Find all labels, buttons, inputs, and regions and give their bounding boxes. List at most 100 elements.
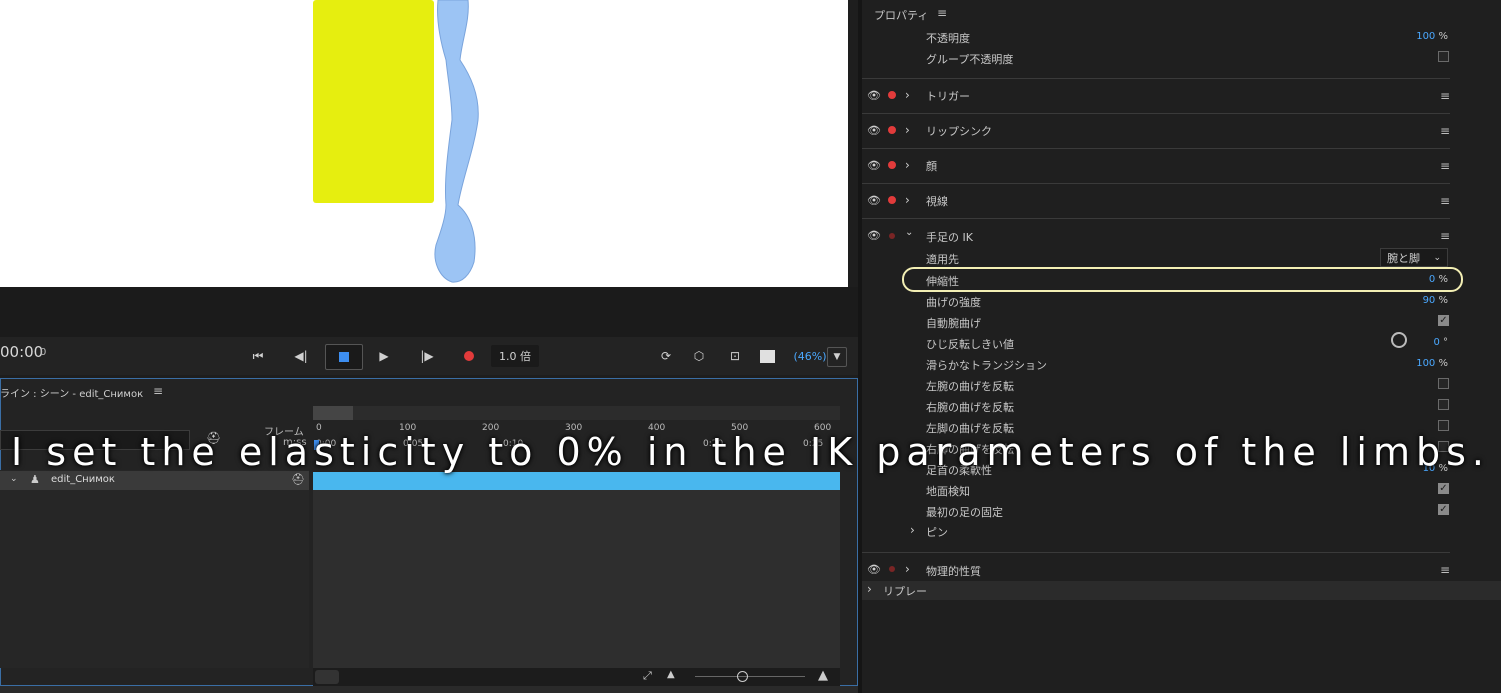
properties-menu-icon[interactable]: ≡ xyxy=(937,6,947,20)
cast-icon: ⊡ xyxy=(729,349,741,363)
go-to-start-button[interactable]: ⏮ xyxy=(250,345,266,367)
record-dot-icon[interactable] xyxy=(888,91,896,99)
timeline-scroll-ruler[interactable] xyxy=(313,406,840,420)
chevron-right-icon[interactable]: › xyxy=(905,88,910,102)
yellow-body-shape xyxy=(313,0,434,203)
chevron-right-icon[interactable]: › xyxy=(905,123,910,137)
apply-to-value: 腕と脚 xyxy=(1387,251,1420,265)
record-dot-icon[interactable] xyxy=(889,233,895,239)
chevron-down-icon[interactable]: ⌄ xyxy=(905,227,913,238)
next-frame-button[interactable]: |▶ xyxy=(418,345,436,367)
bend-strength-value[interactable]: 90 % xyxy=(1400,295,1448,306)
section-menu-icon[interactable]: ≡ xyxy=(1440,229,1450,243)
section-trigger[interactable]: トリガー xyxy=(926,88,970,104)
eye-icon[interactable]: 👁 xyxy=(867,89,881,102)
zoom-out-mountain-icon[interactable]: ▲ xyxy=(667,669,675,680)
eye-icon[interactable]: 👁 xyxy=(867,194,881,207)
mesh-icon: ⬡ xyxy=(693,349,705,363)
flip-left-arm-checkbox[interactable] xyxy=(1438,378,1449,389)
section-menu-icon[interactable]: ≡ xyxy=(1440,194,1450,208)
background-color-button[interactable] xyxy=(759,345,775,367)
opacity-value[interactable]: 100 % xyxy=(1400,31,1448,42)
group-opacity-label: グループ不透明度 xyxy=(926,53,1014,66)
chevron-down-icon: ⌄ xyxy=(1433,252,1441,263)
properties-title: プロパティ xyxy=(874,9,929,22)
scene-stage[interactable] xyxy=(0,0,848,287)
timecode: 00:00 xyxy=(0,343,44,361)
chevron-down-icon: ▼ xyxy=(833,352,841,362)
chevron-right-icon[interactable]: › xyxy=(905,158,910,172)
playback-speed-button[interactable]: 1.0 倍 xyxy=(491,345,539,367)
section-menu-icon[interactable]: ≡ xyxy=(1440,89,1450,103)
video-subtitle: I set the elasticity to 0% in the IK par… xyxy=(10,430,1490,474)
stage-bottom-area xyxy=(0,287,860,337)
zoom-in-mountain-icon[interactable]: ▲ xyxy=(818,668,828,683)
timeline-hscroll-thumb[interactable] xyxy=(315,670,339,684)
eye-icon[interactable]: 👁 xyxy=(867,124,881,137)
flip-right-arm-checkbox[interactable] xyxy=(1438,399,1449,410)
section-physics[interactable]: 物理的性質 xyxy=(926,563,981,579)
section-menu-icon[interactable]: ≡ xyxy=(1440,563,1450,577)
ground-detect-checkbox[interactable]: ✓ xyxy=(1438,483,1449,494)
angle-dial-icon[interactable] xyxy=(1391,332,1407,348)
character-figure xyxy=(313,0,479,283)
eye-icon[interactable]: 👁 xyxy=(867,563,881,576)
replay-label: リプレー xyxy=(883,585,927,598)
pin-label[interactable]: ピン xyxy=(926,524,948,540)
auto-bend-checkbox[interactable]: ✓ xyxy=(1438,315,1449,326)
timeline-zoom-handle[interactable] xyxy=(737,671,748,682)
divider xyxy=(862,183,1450,184)
layer-track-bar[interactable] xyxy=(313,472,840,490)
divider xyxy=(862,552,1450,553)
record-icon xyxy=(464,351,474,361)
smooth-transition-value[interactable]: 100 % xyxy=(1400,358,1448,369)
elasticity-highlight xyxy=(902,267,1463,292)
section-lipsync[interactable]: リップシンク xyxy=(926,123,992,139)
group-opacity-checkbox[interactable] xyxy=(1438,51,1449,62)
record-dot-icon[interactable] xyxy=(889,566,895,572)
expand-icon[interactable]: ⤢ xyxy=(643,669,652,683)
mesh-button[interactable]: ⬡ xyxy=(690,345,708,367)
zoom-dropdown-button[interactable]: ▼ xyxy=(827,347,847,367)
timeline-zoom-slider[interactable] xyxy=(695,676,805,677)
timeline-layer-list xyxy=(0,470,309,668)
record-dot-icon[interactable] xyxy=(888,126,896,134)
timeline-menu-icon[interactable]: ≡ xyxy=(153,384,163,398)
blue-arm-shape xyxy=(434,0,479,283)
chevron-right-icon[interactable]: › xyxy=(905,193,910,207)
auto-bend-label: 自動腕曲げ xyxy=(926,317,981,330)
apply-to-dropdown[interactable]: 腕と脚 ⌄ xyxy=(1380,248,1448,267)
chevron-right-icon[interactable]: › xyxy=(910,523,915,537)
section-limb-ik[interactable]: 手足の IK xyxy=(926,229,973,245)
section-face[interactable]: 顔 xyxy=(926,158,937,174)
loop-button[interactable]: ⟳ xyxy=(658,345,674,367)
chevron-right-icon[interactable]: › xyxy=(867,582,872,596)
timeline-title: ライン : シーン - edit_Снимок xyxy=(0,389,144,400)
zoom-level[interactable]: (46%) xyxy=(793,345,826,367)
section-gaze[interactable]: 視線 xyxy=(926,193,948,209)
section-menu-icon[interactable]: ≡ xyxy=(1440,159,1450,173)
record-dot-icon[interactable] xyxy=(888,196,896,204)
flip-left-arm-label: 左腕の曲げを反転 xyxy=(926,380,1014,393)
previous-frame-button[interactable]: ◀| xyxy=(292,345,310,367)
play-button[interactable]: ▶ xyxy=(376,345,392,367)
elbow-threshold-value[interactable]: 0 ° xyxy=(1420,337,1448,348)
stop-button[interactable] xyxy=(325,344,363,370)
loop-icon: ⟳ xyxy=(660,349,672,363)
timeline-footer: ⤢ ▲ ▲ xyxy=(313,668,840,686)
elbow-threshold-label: ひじ反転しきい値 xyxy=(926,338,1014,351)
timeline-track-area[interactable] xyxy=(313,490,840,668)
bend-strength-label: 曲げの強度 xyxy=(926,296,981,309)
timeline-scroll-thumb[interactable] xyxy=(313,406,353,420)
first-foot-fix-checkbox[interactable]: ✓ xyxy=(1438,504,1449,515)
record-button[interactable] xyxy=(462,345,476,367)
chevron-right-icon[interactable]: › xyxy=(905,562,910,576)
cast-button[interactable]: ⊡ xyxy=(725,345,745,367)
eye-icon[interactable]: 👁 xyxy=(867,159,881,172)
section-menu-icon[interactable]: ≡ xyxy=(1440,124,1450,138)
record-dot-icon[interactable] xyxy=(888,161,896,169)
chevron-down-icon[interactable]: ⌄ xyxy=(10,474,18,484)
eye-icon[interactable]: 👁 xyxy=(867,229,881,242)
flip-right-arm-label: 右腕の曲げを反転 xyxy=(926,401,1014,414)
replay-section[interactable]: › リプレー xyxy=(862,581,1501,600)
